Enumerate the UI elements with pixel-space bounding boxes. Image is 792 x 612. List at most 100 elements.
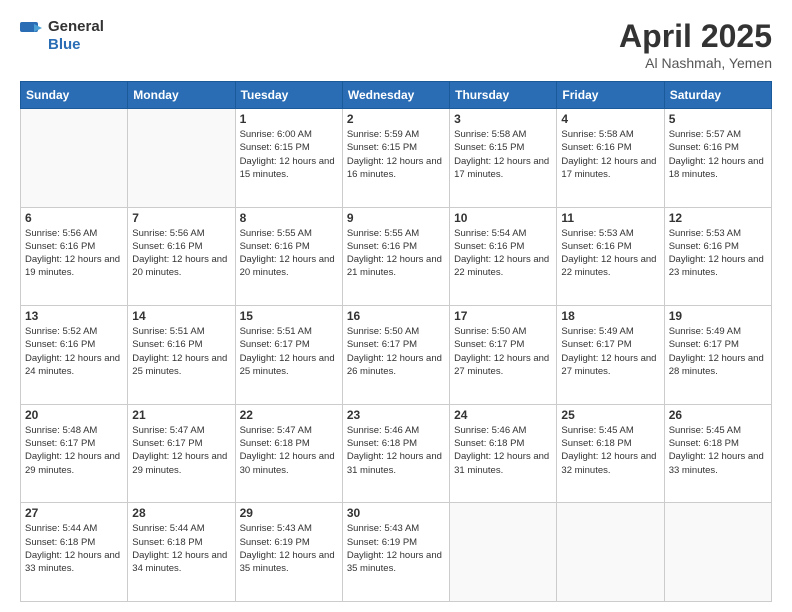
- day-info: Sunrise: 5:59 AM Sunset: 6:15 PM Dayligh…: [347, 128, 445, 181]
- logo-general: General: [48, 18, 104, 36]
- day-number: 5: [669, 112, 767, 126]
- calendar-cell: 18 Sunrise: 5:49 AM Sunset: 6:17 PM Dayli…: [557, 306, 664, 405]
- day-info: Sunrise: 5:45 AM Sunset: 6:18 PM Dayligh…: [561, 424, 659, 477]
- header-wednesday: Wednesday: [342, 82, 449, 109]
- header: General Blue April 2025 Al Nashmah, Yeme…: [20, 18, 772, 71]
- calendar-cell: 26Sunrise: 5:45 AM Sunset: 6:18 PM Dayli…: [664, 404, 771, 503]
- day-info: Sunrise: 6:00 AM Sunset: 6:15 PM Dayligh…: [240, 128, 338, 181]
- day-number: 12: [669, 211, 767, 225]
- calendar-cell: 24Sunrise: 5:46 AM Sunset: 6:18 PM Dayli…: [450, 404, 557, 503]
- day-number: 8: [240, 211, 338, 225]
- day-number: 7: [132, 211, 230, 225]
- title-section: April 2025 Al Nashmah, Yemen: [619, 18, 772, 71]
- calendar-cell: 8 Sunrise: 5:55 AM Sunset: 6:16 PM Daylig…: [235, 207, 342, 306]
- calendar-cell: 22 Sunrise: 5:47 AM Sunset: 6:18 PM Dayli…: [235, 404, 342, 503]
- day-number: 25: [561, 408, 659, 422]
- calendar-cell: 12 Sunrise: 5:53 AM Sunset: 6:16 PM Dayli…: [664, 207, 771, 306]
- calendar-cell: 17 Sunrise: 5:50 AM Sunset: 6:17 PM Dayli…: [450, 306, 557, 405]
- day-info: Sunrise: 5:54 AM Sunset: 6:16 PM Dayligh…: [454, 227, 552, 280]
- main-title: April 2025: [619, 18, 772, 55]
- calendar-cell: 5Sunrise: 5:57 AM Sunset: 6:16 PM Daylig…: [664, 109, 771, 208]
- calendar-cell: [557, 503, 664, 602]
- day-number: 23: [347, 408, 445, 422]
- day-number: 3: [454, 112, 552, 126]
- day-number: 30: [347, 506, 445, 520]
- day-info: Sunrise: 5:48 AM Sunset: 6:17 PM Dayligh…: [25, 424, 123, 477]
- calendar-cell: 16 Sunrise: 5:50 AM Sunset: 6:17 PM Dayli…: [342, 306, 449, 405]
- calendar-cell: [128, 109, 235, 208]
- day-info: Sunrise: 5:49 AM Sunset: 6:17 PM Dayligh…: [561, 325, 659, 378]
- header-friday: Friday: [557, 82, 664, 109]
- calendar-cell: 13 Sunrise: 5:52 AM Sunset: 6:16 PM Dayli…: [21, 306, 128, 405]
- calendar-header-row: SundayMondayTuesdayWednesdayThursdayFrid…: [21, 82, 772, 109]
- day-info: Sunrise: 5:52 AM Sunset: 6:16 PM Dayligh…: [25, 325, 123, 378]
- day-number: 18: [561, 309, 659, 323]
- day-number: 17: [454, 309, 552, 323]
- calendar-cell: [664, 503, 771, 602]
- day-number: 28: [132, 506, 230, 520]
- logo-blue: Blue: [48, 36, 104, 54]
- day-info: Sunrise: 5:58 AM Sunset: 6:15 PM Dayligh…: [454, 128, 552, 181]
- day-number: 9: [347, 211, 445, 225]
- day-info: Sunrise: 5:43 AM Sunset: 6:19 PM Dayligh…: [347, 522, 445, 575]
- day-number: 27: [25, 506, 123, 520]
- day-info: Sunrise: 5:56 AM Sunset: 6:16 PM Dayligh…: [25, 227, 123, 280]
- calendar-cell: 2Sunrise: 5:59 AM Sunset: 6:15 PM Daylig…: [342, 109, 449, 208]
- day-info: Sunrise: 5:47 AM Sunset: 6:17 PM Dayligh…: [132, 424, 230, 477]
- calendar-cell: [21, 109, 128, 208]
- day-info: Sunrise: 5:51 AM Sunset: 6:17 PM Dayligh…: [240, 325, 338, 378]
- day-number: 15: [240, 309, 338, 323]
- day-info: Sunrise: 5:50 AM Sunset: 6:17 PM Dayligh…: [454, 325, 552, 378]
- calendar-cell: 30 Sunrise: 5:43 AM Sunset: 6:19 PM Dayli…: [342, 503, 449, 602]
- subtitle: Al Nashmah, Yemen: [619, 55, 772, 71]
- day-info: Sunrise: 5:44 AM Sunset: 6:18 PM Dayligh…: [132, 522, 230, 575]
- header-thursday: Thursday: [450, 82, 557, 109]
- calendar-cell: 10Sunrise: 5:54 AM Sunset: 6:16 PM Dayli…: [450, 207, 557, 306]
- day-info: Sunrise: 5:56 AM Sunset: 6:16 PM Dayligh…: [132, 227, 230, 280]
- week-row-2: 6 Sunrise: 5:56 AM Sunset: 6:16 PM Daylig…: [21, 207, 772, 306]
- week-row-1: 1 Sunrise: 6:00 AM Sunset: 6:15 PM Daylig…: [21, 109, 772, 208]
- day-number: 19: [669, 309, 767, 323]
- page: General Blue April 2025 Al Nashmah, Yeme…: [0, 0, 792, 612]
- day-info: Sunrise: 5:53 AM Sunset: 6:16 PM Dayligh…: [669, 227, 767, 280]
- logo: General Blue: [20, 18, 104, 54]
- day-number: 11: [561, 211, 659, 225]
- calendar-table: SundayMondayTuesdayWednesdayThursdayFrid…: [20, 81, 772, 602]
- day-info: Sunrise: 5:55 AM Sunset: 6:16 PM Dayligh…: [240, 227, 338, 280]
- day-number: 1: [240, 112, 338, 126]
- day-number: 16: [347, 309, 445, 323]
- logo-icon: [20, 22, 48, 50]
- day-number: 20: [25, 408, 123, 422]
- day-number: 29: [240, 506, 338, 520]
- day-number: 6: [25, 211, 123, 225]
- day-number: 22: [240, 408, 338, 422]
- week-row-4: 20 Sunrise: 5:48 AM Sunset: 6:17 PM Dayli…: [21, 404, 772, 503]
- day-info: Sunrise: 5:58 AM Sunset: 6:16 PM Dayligh…: [561, 128, 659, 181]
- calendar-cell: 29Sunrise: 5:43 AM Sunset: 6:19 PM Dayli…: [235, 503, 342, 602]
- day-info: Sunrise: 5:51 AM Sunset: 6:16 PM Dayligh…: [132, 325, 230, 378]
- calendar-cell: 15 Sunrise: 5:51 AM Sunset: 6:17 PM Dayli…: [235, 306, 342, 405]
- week-row-5: 27 Sunrise: 5:44 AM Sunset: 6:18 PM Dayli…: [21, 503, 772, 602]
- day-info: Sunrise: 5:46 AM Sunset: 6:18 PM Dayligh…: [347, 424, 445, 477]
- calendar-cell: 1 Sunrise: 6:00 AM Sunset: 6:15 PM Daylig…: [235, 109, 342, 208]
- day-number: 13: [25, 309, 123, 323]
- day-info: Sunrise: 5:55 AM Sunset: 6:16 PM Dayligh…: [347, 227, 445, 280]
- day-info: Sunrise: 5:50 AM Sunset: 6:17 PM Dayligh…: [347, 325, 445, 378]
- day-number: 14: [132, 309, 230, 323]
- day-info: Sunrise: 5:53 AM Sunset: 6:16 PM Dayligh…: [561, 227, 659, 280]
- day-number: 4: [561, 112, 659, 126]
- calendar-cell: 20 Sunrise: 5:48 AM Sunset: 6:17 PM Dayli…: [21, 404, 128, 503]
- day-info: Sunrise: 5:47 AM Sunset: 6:18 PM Dayligh…: [240, 424, 338, 477]
- day-number: 24: [454, 408, 552, 422]
- calendar-cell: 28 Sunrise: 5:44 AM Sunset: 6:18 PM Dayli…: [128, 503, 235, 602]
- calendar-cell: 23 Sunrise: 5:46 AM Sunset: 6:18 PM Dayli…: [342, 404, 449, 503]
- day-info: Sunrise: 5:49 AM Sunset: 6:17 PM Dayligh…: [669, 325, 767, 378]
- calendar-cell: 3 Sunrise: 5:58 AM Sunset: 6:15 PM Daylig…: [450, 109, 557, 208]
- calendar-cell: 21Sunrise: 5:47 AM Sunset: 6:17 PM Dayli…: [128, 404, 235, 503]
- header-monday: Monday: [128, 82, 235, 109]
- header-saturday: Saturday: [664, 82, 771, 109]
- calendar-cell: 7 Sunrise: 5:56 AM Sunset: 6:16 PM Daylig…: [128, 207, 235, 306]
- calendar-cell: 4 Sunrise: 5:58 AM Sunset: 6:16 PM Daylig…: [557, 109, 664, 208]
- calendar-cell: [450, 503, 557, 602]
- day-info: Sunrise: 5:45 AM Sunset: 6:18 PM Dayligh…: [669, 424, 767, 477]
